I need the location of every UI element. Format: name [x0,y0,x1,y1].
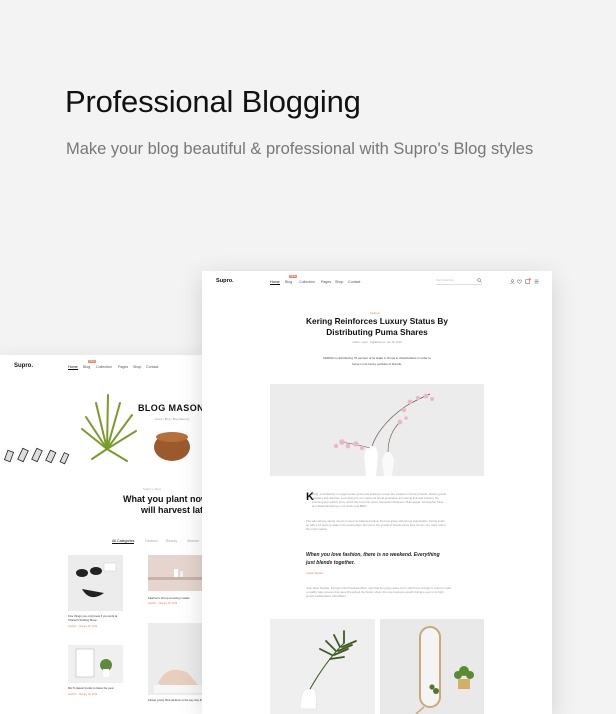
wood-bowl-image [154,432,190,461]
article-paragraph-3: Jean-Marc Duplaix, Kering's chief financ… [306,586,452,598]
quote-author: Lauren Weston [306,572,324,575]
article-title-line-2: Distributing Puma Shares [326,327,428,337]
user-icon[interactable] [510,279,515,284]
section-headline-2: will harvest lat [141,505,204,515]
nav-collection[interactable]: Collection [299,280,315,284]
heart-icon[interactable] [517,279,522,284]
post-title[interactable]: Mix 5 classic trends to bless the year [68,686,126,690]
nav-contact[interactable]: Contact [146,365,158,369]
banner-title: BLOG MASONRY [138,403,210,413]
shelf-image [148,569,210,580]
quote-line-1: When you love fashion, there is no weeke… [306,552,440,558]
search-icon[interactable] [477,278,482,283]
nav-shop[interactable]: Shop [335,280,343,284]
article-paragraph-1: ering, controlled by a conglomerate grou… [312,492,447,508]
nav-blog[interactable]: Blog [83,365,90,369]
search-input[interactable]: Start Searching [436,278,482,285]
post-thumbnail[interactable] [148,555,210,591]
filter-beauty[interactable]: Beauty [166,539,177,543]
blog-banner: BLOG MASONRY Home / Blog / Blog Masonry [0,381,210,467]
nav-pages[interactable]: Pages [321,280,331,284]
page-title: Professional Blogging [65,84,361,119]
site-logo[interactable]: Supro. [216,278,234,284]
post-title[interactable]: Flower pretty Mini-rainbow to the key da… [148,698,208,702]
air-plant-image [81,394,137,462]
blog-post-preview: Supro. Home Blog New Collection Pages Sh… [202,271,552,714]
hand-image [154,669,204,693]
sunglasses-image [76,562,117,598]
mirror-plant-image [415,626,474,714]
quote-line-2: just blends together. [306,560,355,566]
search-placeholder: Start Searching [436,279,454,282]
intro-label: Supro's blog [143,488,161,491]
nav-collection[interactable]: Collection [96,365,112,369]
nav-pages[interactable]: Pages [118,365,128,369]
nav-home[interactable]: Home [68,365,78,370]
nav-shop[interactable]: Shop [133,365,141,369]
nav-home[interactable]: Home [270,280,280,285]
nav-new-badge: New [289,275,298,278]
post-title[interactable]: Five things you only know if you work at… [68,614,126,622]
post-category[interactable]: Fashion [370,311,380,315]
post-meta: Fashion · January 18, 2019 [68,625,98,628]
nav-blog[interactable]: Blog [285,280,292,284]
post-meta: Fashion · January 18, 2019 [148,602,178,605]
section-headline-1: What you plant now [123,494,208,504]
site-logo[interactable]: Supro. [14,363,33,369]
article-lead-2: focus on its luxury portfolio of brands. [352,362,402,366]
post-thumbnail[interactable] [148,623,210,695]
article-lead-1: KERING is distributing 70 percent of its… [323,356,431,360]
blog-masonry-preview: Supro. Home Blog New Collection Pages Sh… [0,355,210,714]
article-meta: Author: supro · Published on: Jan 18, 20… [352,341,402,344]
gallery-image-left [270,619,375,714]
article-paragraph-2: The sale will see strong returns to keep… [306,519,447,531]
post-thumbnail[interactable] [68,555,123,611]
post-title[interactable]: Fashion's 10 top sourcing models [148,596,208,600]
decor-jars-image [3,447,70,465]
post-meta: Fashion · January 18, 2019 [68,693,98,696]
article-title-line-1: Kering Reinforces Luxury Status By [305,316,448,326]
article-hero-image [270,384,484,476]
gallery-image-right [380,619,484,714]
filter-all[interactable]: All Categories [112,539,135,544]
pull-quote: When you love fashion, there is no weeke… [306,551,476,567]
filter-fashion[interactable]: Fashion [145,539,158,543]
nav-new-badge: New [88,360,97,363]
filter-women[interactable]: Women [187,539,199,543]
post-thumbnail[interactable] [68,645,123,683]
breadcrumb: Home / Blog / Blog Masonry [155,417,190,421]
cart-icon[interactable] [525,278,531,284]
vase-flowers-image [333,393,434,476]
menu-icon[interactable] [534,279,539,284]
palm-leaf-image [299,630,357,710]
frame-plant-image [75,648,112,678]
page-subtitle: Make your blog beautiful & professional … [66,140,534,158]
nav-contact[interactable]: Contact [348,280,360,284]
